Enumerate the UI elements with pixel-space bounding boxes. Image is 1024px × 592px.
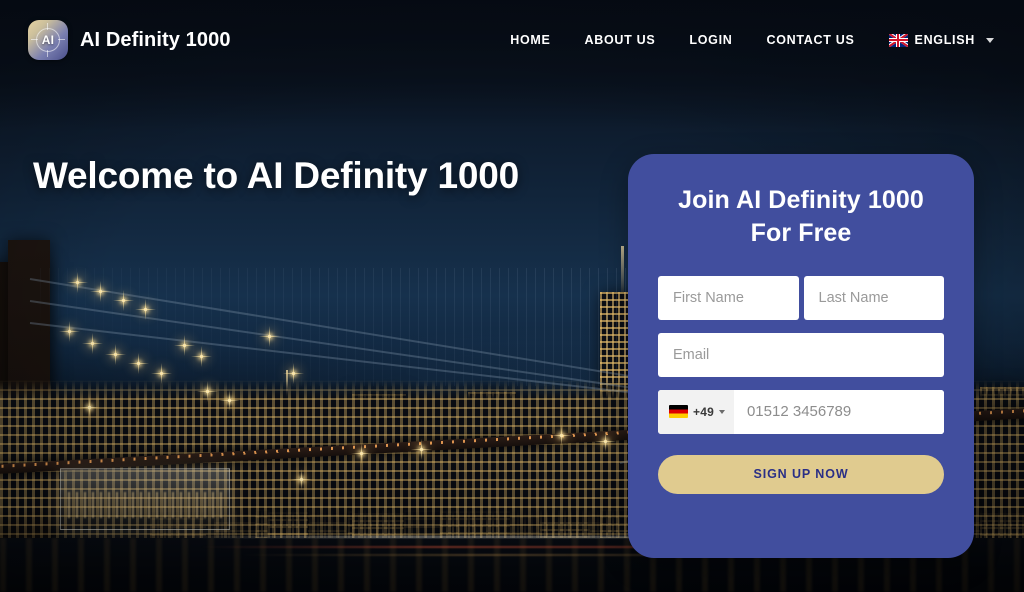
logo-monogram: AI [41,33,55,47]
signup-form: +49 SIGN UP NOW [658,275,944,494]
hero-title: Welcome to AI Definity 1000 [33,155,520,196]
logo-tick-right [58,39,65,41]
name-fields-row [658,275,944,320]
nav-item-home[interactable]: HOME [510,33,550,47]
city-light [595,431,616,452]
bridge-light [219,390,240,411]
chevron-down-icon [986,37,994,43]
bridge-light [191,346,212,367]
main-navigation: HOME ABOUT US LOGIN CONTACT US ENGLISH [510,33,994,47]
city-light [411,439,432,460]
country-code-selector[interactable]: +49 [658,389,734,434]
signup-panel: Join AI Definity 1000 For Free +49 SIGN … [628,154,974,558]
nav-item-login[interactable]: LOGIN [689,33,732,47]
dial-code-label: +49 [693,404,714,419]
logo-tick-left [31,39,38,41]
last-name-input[interactable] [803,275,944,320]
pavilion-interior-lights [68,492,222,518]
bridge-light [174,335,195,356]
city-light [259,326,280,347]
bridge-light [90,281,111,302]
bridge-light [79,397,100,418]
bridge-light [135,299,156,320]
bridge-light [197,381,218,402]
language-selector[interactable]: ENGLISH [888,33,994,47]
ai-target-logo-icon: AI [28,20,68,60]
chevron-down-icon [718,409,725,414]
bridge-light [82,333,103,354]
bridge-light [113,290,134,311]
language-label: ENGLISH [914,33,975,47]
email-input[interactable] [658,332,944,377]
bridge-light [128,353,149,374]
uk-flag-icon [888,33,908,47]
signup-title: Join AI Definity 1000 For Free [678,186,924,248]
sign-up-now-button[interactable]: SIGN UP NOW [658,454,944,494]
bridge-light [67,272,88,293]
landing-page: AI AI Definity 1000 HOME ABOUT US LOGIN … [0,0,1024,592]
nav-item-about-us[interactable]: ABOUT US [585,33,656,47]
site-header: AI AI Definity 1000 HOME ABOUT US LOGIN … [0,0,1024,80]
phone-number-input[interactable] [733,389,944,434]
logo-tick-top [47,23,49,30]
city-light [291,469,312,490]
brand-logo-link[interactable]: AI AI Definity 1000 [28,20,231,60]
first-name-input[interactable] [658,275,799,320]
city-light [283,363,304,384]
germany-flag-icon [669,405,688,418]
bridge-light [105,344,126,365]
bridge-light [59,321,80,342]
nav-item-contact-us[interactable]: CONTACT US [767,33,855,47]
bridge-light [351,443,372,464]
city-light [551,425,572,446]
brand-name: AI Definity 1000 [80,28,231,51]
phone-field-row: +49 [658,389,944,434]
bridge-light [151,363,172,384]
logo-tick-bottom [47,50,49,57]
